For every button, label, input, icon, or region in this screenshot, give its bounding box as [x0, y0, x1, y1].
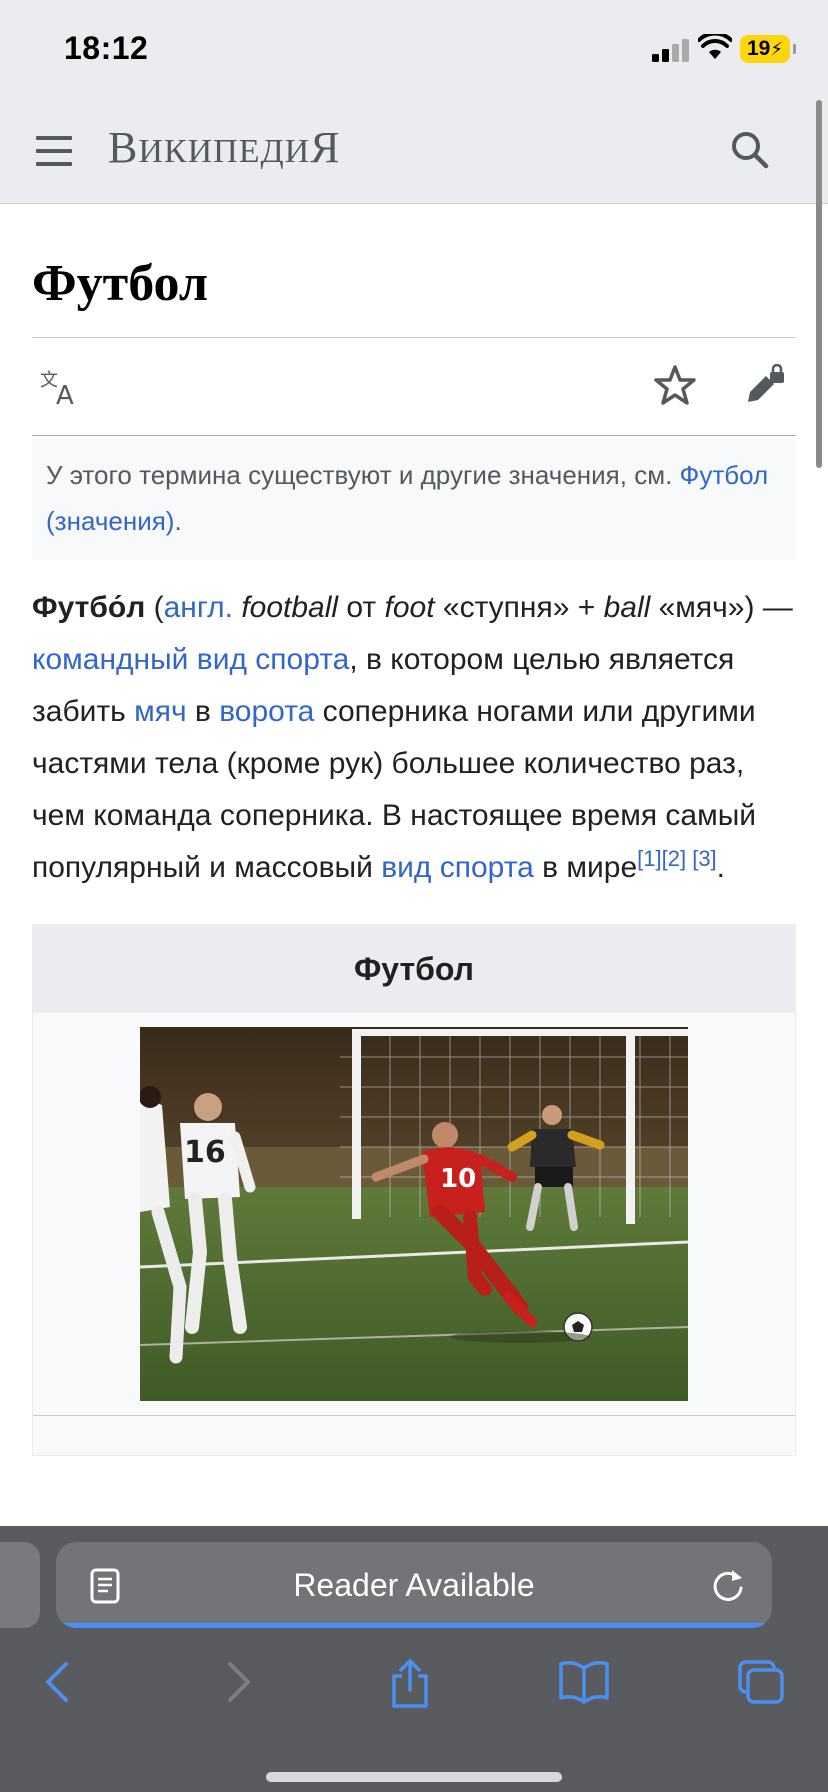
- bookmarks-icon[interactable]: [558, 1658, 610, 1706]
- ref-3[interactable]: [3]: [692, 846, 716, 871]
- lead-italic-foot: foot: [384, 591, 435, 624]
- link-team-sport[interactable]: командный вид спорта: [32, 643, 349, 676]
- home-indicator[interactable]: [266, 1772, 562, 1782]
- cellular-signal-icon: [652, 38, 692, 62]
- link-ball[interactable]: мяч: [134, 695, 187, 728]
- wordmark-last: Я: [310, 123, 341, 172]
- forward-icon[interactable]: [220, 1658, 256, 1706]
- ref-2[interactable]: [2]: [662, 846, 686, 871]
- link-goal[interactable]: ворота: [219, 695, 314, 728]
- lead-text: «мяч») —: [650, 591, 793, 624]
- address-bar-label: Reader Available: [293, 1567, 535, 1603]
- page-title: Футбол: [32, 204, 796, 338]
- wordmark-middle: ИКИПЕДИ: [138, 133, 311, 170]
- tabs-icon[interactable]: [736, 1658, 786, 1706]
- edit-lock-icon[interactable]: [744, 364, 786, 406]
- svg-text:10: 10: [440, 1164, 476, 1194]
- infobox-divider: [33, 1415, 795, 1455]
- lead-text: (: [145, 591, 164, 624]
- hamburger-icon[interactable]: [36, 136, 72, 166]
- ref-1[interactable]: [1]: [637, 846, 661, 871]
- battery-indicator: 19 ⚡: [740, 35, 796, 63]
- language-icon[interactable]: 文 A: [40, 368, 84, 408]
- lead-italic-ball: ball: [603, 591, 651, 624]
- infobox-title: Футбол: [33, 925, 795, 1013]
- safari-toolbar: [0, 1658, 828, 1718]
- search-icon[interactable]: [728, 128, 772, 172]
- safari-bottom-bar: Reader Available: [0, 1526, 828, 1792]
- infobox: Футбол 10 16: [32, 924, 796, 1456]
- wiki-header: ВИКИПЕДИЯ: [0, 100, 828, 204]
- share-icon[interactable]: [388, 1658, 432, 1710]
- svg-text:A: A: [56, 381, 74, 408]
- hatnote: У этого термина существуют и другие знач…: [32, 438, 796, 560]
- load-progress-bar: [56, 1623, 772, 1628]
- lead-text: в мире: [533, 851, 638, 884]
- status-bar: 18:12 19 ⚡: [0, 0, 828, 100]
- lead-text: в: [186, 695, 220, 728]
- football-photo: 10 16: [140, 1027, 688, 1401]
- infobox-image[interactable]: 10 16: [140, 1027, 688, 1401]
- lead-text: от: [338, 591, 385, 624]
- wordmark-first: В: [108, 123, 139, 172]
- lead-text: «ступня» +: [434, 591, 604, 624]
- hatnote-end: .: [174, 506, 182, 536]
- link-engl[interactable]: англ.: [164, 591, 233, 624]
- star-icon[interactable]: [654, 364, 696, 406]
- hatnote-text: У этого термина существуют и другие знач…: [46, 460, 673, 490]
- page-actions: 文 A: [32, 338, 796, 436]
- back-icon[interactable]: [40, 1658, 76, 1706]
- battery-level: 19: [747, 37, 771, 60]
- wikipedia-wordmark[interactable]: ВИКИПЕДИЯ: [108, 122, 341, 173]
- wifi-icon: [698, 34, 732, 59]
- lead-text: .: [716, 851, 726, 884]
- link-sport[interactable]: вид спорта: [381, 851, 534, 884]
- page-scrollbar[interactable]: [816, 100, 822, 468]
- lead-italic-football: football: [241, 591, 339, 624]
- previous-tab-preview[interactable]: [0, 1542, 40, 1628]
- reload-icon[interactable]: [710, 1566, 746, 1604]
- svg-text:16: 16: [184, 1135, 226, 1170]
- lead-paragraph: Футбо́л (англ. football от foot «ступня»…: [32, 582, 796, 894]
- address-bar[interactable]: Reader Available: [56, 1542, 772, 1628]
- status-time: 18:12: [64, 30, 149, 66]
- article-content: Футбол 文 A У этого термина существуют и …: [32, 204, 796, 1456]
- lead-term: Футбо́л: [32, 591, 146, 624]
